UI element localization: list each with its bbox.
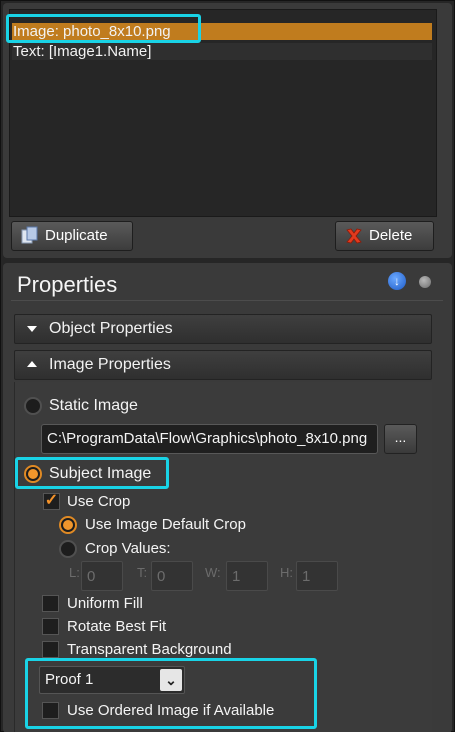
- chevron-down-icon: [27, 326, 37, 332]
- crop-values-label: Crop Values:: [85, 540, 171, 557]
- subject-image-label: Subject Image: [49, 465, 152, 482]
- transparent-background-label: Transparent Background: [67, 641, 232, 658]
- arrow-down-icon[interactable]: ↓: [388, 272, 406, 290]
- crop-l-label: L:: [69, 565, 80, 580]
- proof-select[interactable]: Proof 1 ⌄: [39, 666, 185, 694]
- list-item[interactable]: Text: [Image1.Name]: [12, 43, 432, 60]
- uniform-fill-label: Uniform Fill: [67, 595, 143, 612]
- use-default-crop-radio[interactable]: [59, 516, 77, 534]
- use-crop-checkbox[interactable]: ✓: [43, 493, 60, 510]
- crop-values-radio[interactable]: [59, 540, 77, 558]
- delete-label: Delete: [369, 227, 413, 244]
- object-properties-label: Object Properties: [49, 320, 173, 337]
- list-item-label: Image: photo_8x10.png: [13, 23, 171, 40]
- list-item-label: Text: [Image1.Name]: [13, 43, 152, 60]
- properties-title: Properties: [17, 272, 118, 297]
- delete-icon: [346, 228, 362, 244]
- crop-h-field[interactable]: 1: [296, 561, 338, 591]
- chevron-down-icon: ⌄: [160, 669, 182, 691]
- use-crop-label: Use Crop: [67, 493, 131, 510]
- status-dot-icon[interactable]: [419, 276, 431, 288]
- image-properties-header[interactable]: Image Properties: [14, 350, 432, 380]
- use-ordered-image-checkbox[interactable]: [42, 702, 59, 719]
- crop-t-label: T:: [137, 565, 148, 580]
- image-properties-label: Image Properties: [49, 356, 171, 373]
- duplicate-button[interactable]: Duplicate: [11, 221, 133, 251]
- crop-l-field[interactable]: 0: [81, 561, 123, 591]
- panel-frame: Image: photo_8x10.png Text: [Image1.Name…: [0, 0, 455, 732]
- rotate-best-fit-checkbox[interactable]: [42, 618, 59, 635]
- object-properties-header[interactable]: Object Properties: [14, 314, 432, 344]
- transparent-background-checkbox[interactable]: [42, 641, 59, 658]
- proof-select-value: Proof 1: [45, 671, 94, 688]
- crop-h-label: H:: [280, 565, 293, 580]
- divider: [11, 300, 443, 301]
- rotate-best-fit-label: Rotate Best Fit: [67, 618, 167, 635]
- image-path-field[interactable]: C:\ProgramData\Flow\Graphics\photo_8x10.…: [41, 424, 378, 454]
- object-list[interactable]: Image: photo_8x10.png Text: [Image1.Name…: [9, 9, 437, 217]
- delete-button[interactable]: Delete: [335, 221, 434, 251]
- use-default-crop-label: Use Image Default Crop: [85, 516, 246, 533]
- duplicate-label: Duplicate: [45, 227, 108, 244]
- crop-w-label: W:: [205, 565, 221, 580]
- crop-t-field[interactable]: 0: [151, 561, 193, 591]
- uniform-fill-checkbox[interactable]: [42, 595, 59, 612]
- static-image-radio[interactable]: [24, 397, 42, 415]
- duplicate-icon: [21, 226, 38, 244]
- list-item[interactable]: Image: photo_8x10.png: [12, 23, 432, 40]
- chevron-up-icon: [27, 361, 37, 367]
- use-ordered-image-label: Use Ordered Image if Available: [67, 702, 275, 719]
- crop-w-field[interactable]: 1: [226, 561, 268, 591]
- subject-image-radio[interactable]: [24, 465, 42, 483]
- browse-button[interactable]: ...: [384, 424, 417, 454]
- static-image-label: Static Image: [49, 397, 138, 414]
